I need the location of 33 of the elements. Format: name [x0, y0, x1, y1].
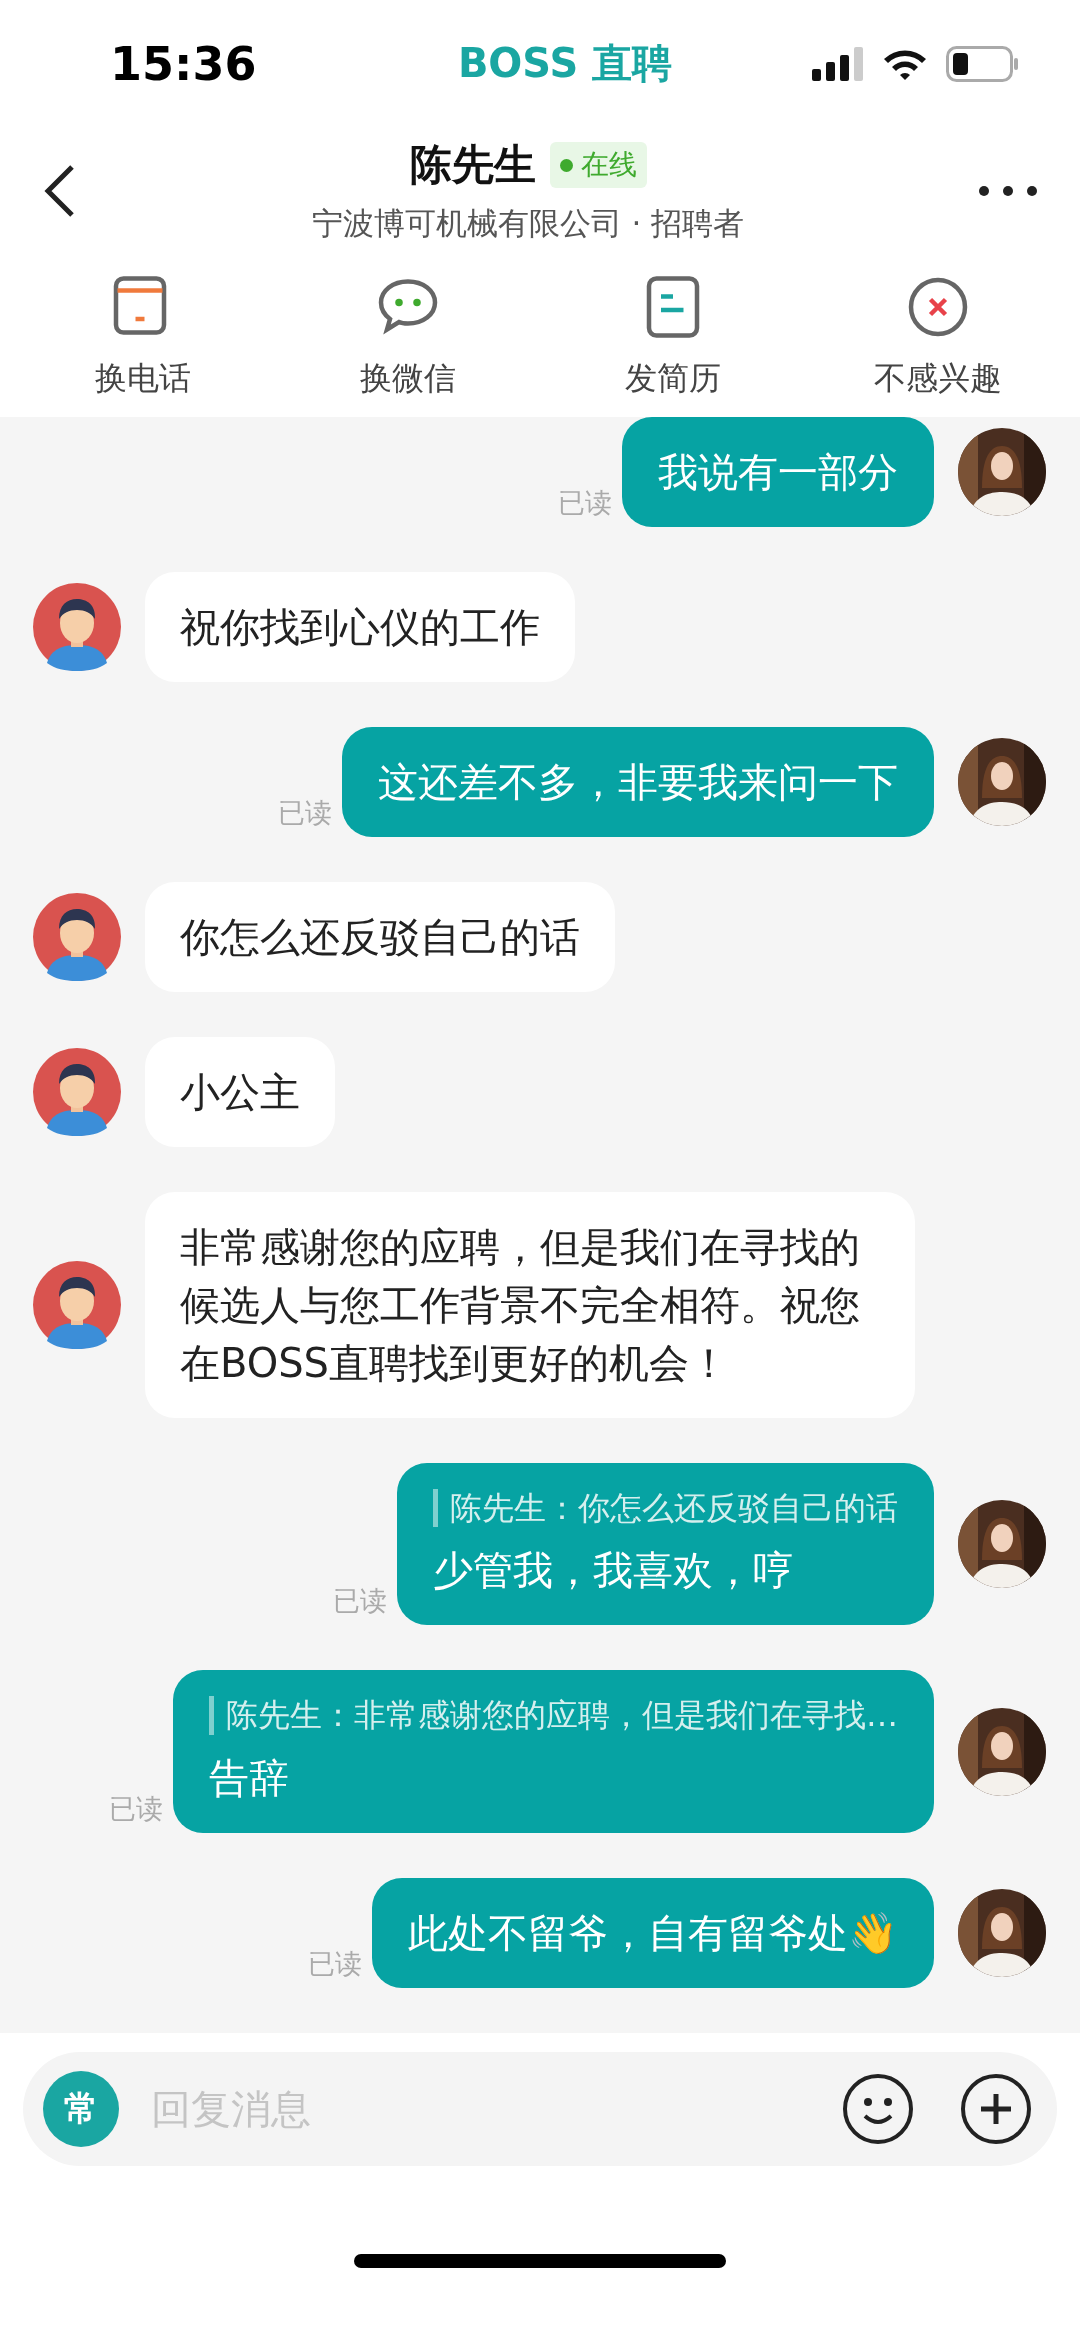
- read-receipt: 已读: [558, 486, 612, 521]
- avatar[interactable]: [33, 1261, 121, 1350]
- message-text: 少管我，我喜欢，哼: [433, 1546, 794, 1596]
- avatar[interactable]: [33, 893, 121, 982]
- read-receipt: 已读: [308, 1946, 362, 1981]
- message-text: 你怎么还反驳自己的话: [180, 913, 580, 963]
- app-name: BOSS 直聘: [457, 39, 673, 89]
- quoted-message: 陈先生：你怎么还反驳自己的话: [433, 1489, 898, 1528]
- company-subtitle: 宁波博可机械有限公司 · 招聘者: [311, 204, 745, 244]
- add-button[interactable]: [959, 2071, 1033, 2146]
- avatar[interactable]: [33, 583, 121, 672]
- message-text: 小公主: [180, 1068, 300, 1118]
- action-button[interactable]: 换电话: [10, 270, 275, 403]
- contact-name: 陈先生: [409, 139, 536, 192]
- avatar[interactable]: [33, 1048, 121, 1137]
- signal-icon: [812, 46, 864, 81]
- action-button[interactable]: 发简历: [540, 270, 805, 403]
- quoted-message: 陈先生：非常感谢您的应聘，但是我们在寻找…: [209, 1696, 898, 1735]
- message-text: 祝你找到心仪的工作: [180, 603, 540, 653]
- message-text: 我说有一部分: [658, 448, 898, 498]
- online-badge: 在线: [549, 142, 647, 189]
- action-button[interactable]: 换微信: [275, 270, 540, 403]
- message-text: 这还差不多，非要我来问一下: [378, 758, 898, 808]
- action-button[interactable]: 不感兴趣: [805, 270, 1070, 403]
- read-receipt: 已读: [333, 1584, 387, 1619]
- message-text: 非常感谢您的应聘，但是我们在寻找的候选人与您工作背景不完全相符。祝您在BOSS直聘找到更好的机会！: [180, 1223, 861, 1389]
- read-receipt: 已读: [278, 796, 332, 831]
- emoji-button[interactable]: [841, 2071, 915, 2146]
- read-receipt: 已读: [109, 1791, 163, 1826]
- message-text: 告辞: [209, 1753, 290, 1803]
- status-time: 15:36: [110, 36, 258, 91]
- message-text: 此处不留爷，自有留爷处👋: [408, 1908, 898, 1958]
- battery-icon: [946, 45, 1020, 82]
